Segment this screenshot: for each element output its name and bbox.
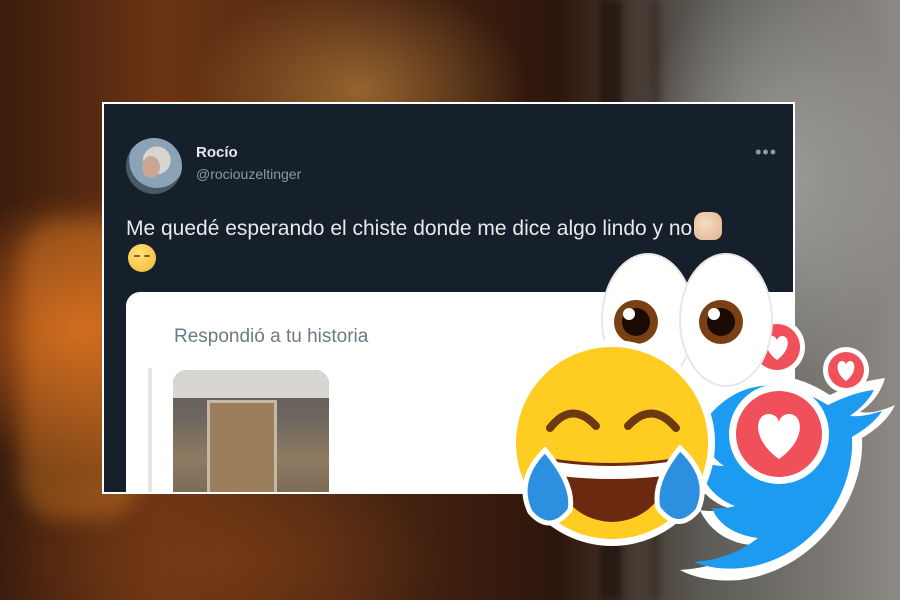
- tweet-text-content: Me quedé esperando el chiste donde me di…: [126, 217, 693, 240]
- story-reply-card[interactable]: Respondió a tu historia: [126, 292, 793, 492]
- avatar[interactable]: [126, 138, 182, 194]
- reply-label: Respondió a tu historia: [174, 326, 369, 347]
- tweet-card: Rocío @rociouzeltinger ••• Me quedé espe…: [102, 102, 795, 494]
- raised-fist-emoji: [694, 212, 723, 240]
- relieved-face-emoji: [128, 244, 156, 272]
- reply-divider: [148, 368, 152, 492]
- author-name[interactable]: Rocío: [196, 144, 238, 161]
- story-thumbnail[interactable]: [173, 370, 329, 492]
- more-options-icon[interactable]: •••: [755, 142, 777, 163]
- tweet-text: Me quedé esperando el chiste donde me di…: [126, 212, 746, 276]
- author-handle[interactable]: @rociouzeltinger: [196, 166, 301, 182]
